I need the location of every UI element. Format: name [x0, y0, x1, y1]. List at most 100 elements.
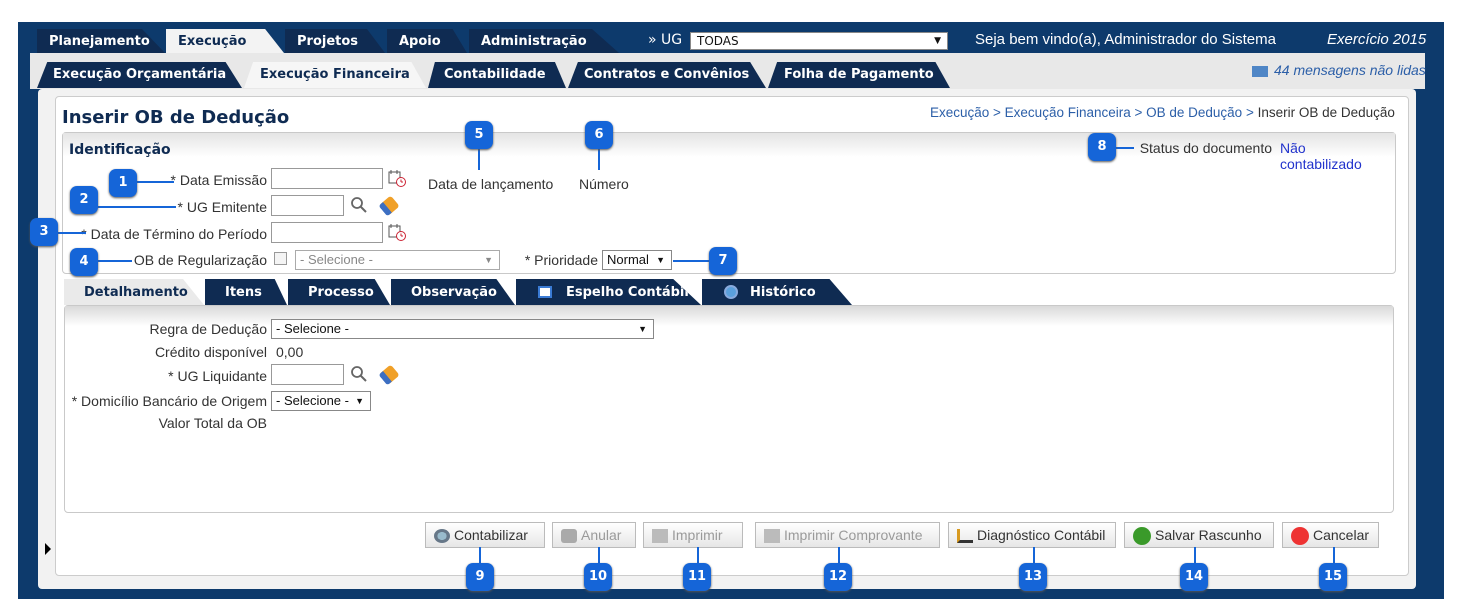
collapse-arrow-icon[interactable]: [45, 543, 51, 555]
contabilizar-button[interactable]: Contabilizar: [425, 522, 545, 548]
button-label: Salvar Rascunho: [1155, 527, 1262, 543]
tab-label: Itens: [225, 285, 262, 300]
subtab-execucao-financeira[interactable]: Execução Financeira: [244, 62, 426, 88]
chevron-down-icon: ▼: [656, 255, 665, 265]
callout-badge: 15: [1319, 563, 1347, 591]
button-label: Cancelar: [1313, 527, 1370, 543]
tab-observacao[interactable]: Observação: [391, 279, 515, 305]
tab-processo[interactable]: Processo: [288, 279, 390, 305]
chevron-down-icon: ▼: [484, 255, 493, 265]
callout-badge: 4: [70, 248, 98, 276]
valor-total-label: Valor Total da OB: [158, 415, 267, 431]
salvar-rascunho-button[interactable]: Salvar Rascunho: [1124, 522, 1274, 548]
calendar-icon[interactable]: [388, 223, 406, 241]
tab-historico[interactable]: Histórico: [702, 279, 852, 305]
button-label: Imprimir Comprovante: [784, 527, 923, 543]
callout-badge: 7: [709, 247, 737, 275]
callout-line: [134, 181, 174, 183]
check-icon: [1133, 527, 1151, 546]
ob-regularizacao-select[interactable]: - Selecione - ▼: [295, 250, 500, 270]
subtab-execucao-orcamentaria[interactable]: Execução Orçamentária: [37, 62, 242, 88]
chevron-down-icon: ▼: [934, 36, 941, 46]
callout-line: [673, 260, 711, 262]
cancelar-button[interactable]: Cancelar: [1282, 522, 1379, 548]
breadcrumb-trail[interactable]: Execução > Execução Financeira > OB de D…: [930, 105, 1258, 120]
callout-badge: 10: [584, 563, 612, 591]
imprimir-button[interactable]: Imprimir: [643, 522, 743, 548]
prioridade-label: * Prioridade: [524, 252, 598, 268]
calendar-icon[interactable]: [388, 169, 406, 187]
callout-badge: 13: [1019, 563, 1047, 591]
tab-label: Histórico: [750, 285, 816, 300]
breadcrumb[interactable]: Execução > Execução Financeira > OB de D…: [930, 105, 1395, 120]
identificacao-title: Identificação: [69, 142, 171, 158]
chevron-down-icon: ▼: [638, 324, 647, 334]
diagnostico-contabil-button[interactable]: Diagnóstico Contábil: [948, 522, 1116, 548]
callout-line: [96, 260, 132, 262]
tab-label: Apoio: [399, 34, 441, 49]
anular-button[interactable]: Anular: [552, 522, 636, 548]
data-lancamento-label: Data de lançamento: [428, 176, 554, 192]
callout-badge: 1: [109, 169, 137, 197]
cancel-icon: [1291, 527, 1309, 546]
subtab-label: Contabilidade: [444, 67, 546, 82]
subtab-label: Folha de Pagamento: [784, 67, 934, 82]
tab-label: Detalhamento: [84, 285, 188, 300]
status-label: Status do documento: [1139, 140, 1272, 156]
credito-label: Crédito disponível: [154, 344, 267, 360]
tab-label: Administração: [481, 34, 587, 49]
subtab-label: Execução Financeira: [260, 67, 410, 82]
messages-link[interactable]: 44 mensagens não lidas: [1252, 62, 1426, 78]
subtab-folha-pagamento[interactable]: Folha de Pagamento: [768, 62, 950, 88]
tab-execucao[interactable]: Execução: [166, 29, 284, 53]
tab-label: Execução: [178, 34, 247, 49]
data-termino-input[interactable]: [271, 222, 383, 243]
select-value: - Selecione -: [276, 393, 349, 408]
ug-emitente-input[interactable]: [271, 195, 344, 216]
subtab-contabilidade[interactable]: Contabilidade: [428, 62, 566, 88]
ug-selected-value: TODAS: [697, 34, 739, 48]
envelope-icon: [1252, 65, 1268, 77]
tab-label: Observação: [411, 285, 497, 300]
callout-badge: 3: [30, 218, 58, 246]
ug-liquidante-input[interactable]: [271, 364, 344, 385]
undo-icon: [561, 529, 577, 544]
tab-detalhamento[interactable]: Detalhamento: [64, 279, 204, 305]
regra-deducao-select[interactable]: - Selecione - ▼: [271, 319, 654, 339]
welcome-text: Seja bem vindo(a), Administrador do Sist…: [975, 31, 1276, 48]
table-icon: [538, 286, 552, 298]
subtab-label: Contratos e Convênios: [584, 67, 750, 82]
tab-label: Projetos: [297, 34, 359, 49]
callout-badge: 12: [824, 563, 852, 591]
messages-text: 44 mensagens não lidas: [1274, 62, 1426, 78]
ob-regularizacao-checkbox[interactable]: [274, 252, 287, 265]
button-label: Imprimir: [672, 527, 723, 543]
subtab-contratos-convenios[interactable]: Contratos e Convênios: [568, 62, 766, 88]
domicilio-select[interactable]: - Selecione - ▼: [271, 391, 371, 411]
callout-badge: 14: [1180, 563, 1208, 591]
prioridade-select[interactable]: Normal ▼: [602, 250, 672, 270]
select-value: - Selecione -: [300, 252, 373, 267]
button-label: Contabilizar: [454, 527, 528, 543]
callout-badge: 6: [585, 121, 613, 149]
button-label: Diagnóstico Contábil: [977, 527, 1106, 543]
imprimir-comprovante-button[interactable]: Imprimir Comprovante: [755, 522, 940, 548]
ug-select[interactable]: TODAS ▼: [690, 32, 948, 50]
search-icon[interactable]: [350, 365, 368, 383]
data-emissao-input[interactable]: [271, 168, 383, 189]
numero-label: Número: [579, 176, 629, 192]
callout-badge: 8: [1088, 133, 1116, 161]
callout-badge: 2: [70, 186, 98, 214]
tab-espelho-contabil[interactable]: Espelho Contábil: [516, 279, 701, 305]
select-value: - Selecione -: [276, 321, 349, 336]
tab-label: Planejamento: [49, 34, 150, 49]
printer-icon: [652, 529, 668, 544]
callout-line: [598, 148, 600, 170]
globe-icon: [724, 285, 738, 299]
search-icon[interactable]: [350, 196, 368, 214]
button-label: Anular: [581, 527, 622, 543]
ug-emitente-label: * UG Emitente: [177, 199, 267, 215]
callout-line: [56, 232, 86, 234]
tab-itens[interactable]: Itens: [205, 279, 287, 305]
callout-line: [478, 148, 480, 170]
